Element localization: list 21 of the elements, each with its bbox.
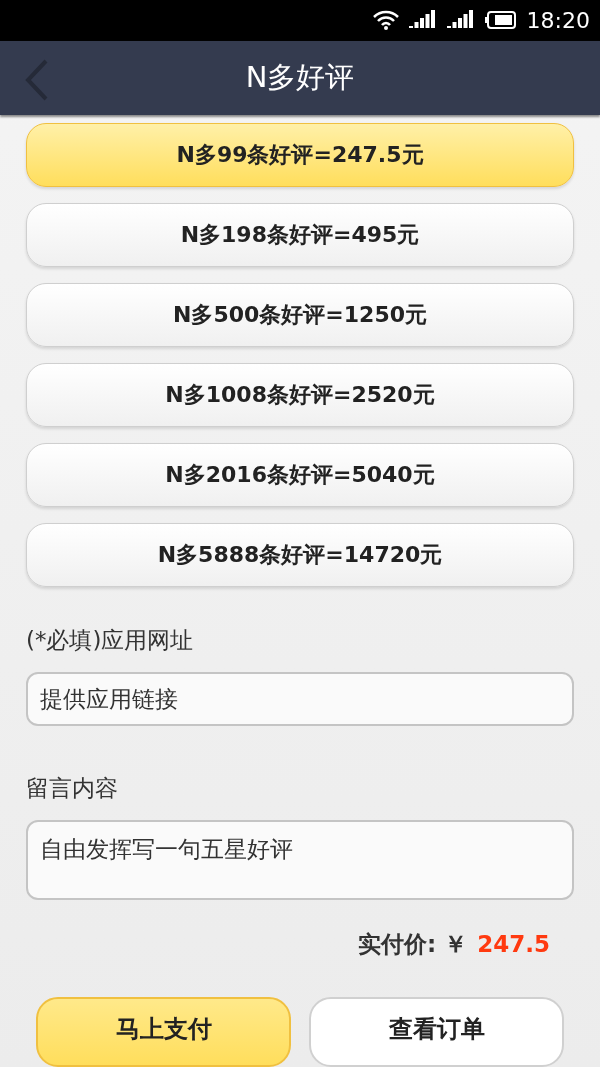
message-label: 留言内容 xyxy=(25,774,119,803)
pay-button[interactable]: 马上支付 xyxy=(36,997,291,1067)
page-title: N多好评 xyxy=(245,58,355,96)
status-time: 18:20 xyxy=(526,7,590,33)
total-amount: 247.5 xyxy=(477,931,550,958)
wifi-icon xyxy=(372,10,399,31)
url-label: (*必填)应用网址 xyxy=(25,626,195,656)
signal-icon xyxy=(408,10,437,31)
url-field[interactable]: 提供应用链接 xyxy=(26,671,574,727)
orders-button[interactable]: 查看订单 xyxy=(309,997,564,1067)
message-field[interactable]: 自由发挥写一句五星好评 xyxy=(26,819,574,900)
battery-icon xyxy=(484,11,517,30)
total-label: 实付价: ￥ xyxy=(358,930,468,960)
package-option[interactable]: N多1008条好评=2520元 xyxy=(26,362,574,427)
signal-icon xyxy=(446,10,475,31)
package-option[interactable]: N多500条好评=1250元 xyxy=(26,282,574,347)
package-option[interactable]: N多198条好评=495元 xyxy=(26,202,574,267)
package-option[interactable]: N多99条好评=247.5元 xyxy=(26,122,574,187)
back-icon[interactable] xyxy=(24,58,50,101)
package-option[interactable]: N多5888条好评=14720元 xyxy=(26,522,574,587)
package-option[interactable]: N多2016条好评=5040元 xyxy=(26,442,574,507)
